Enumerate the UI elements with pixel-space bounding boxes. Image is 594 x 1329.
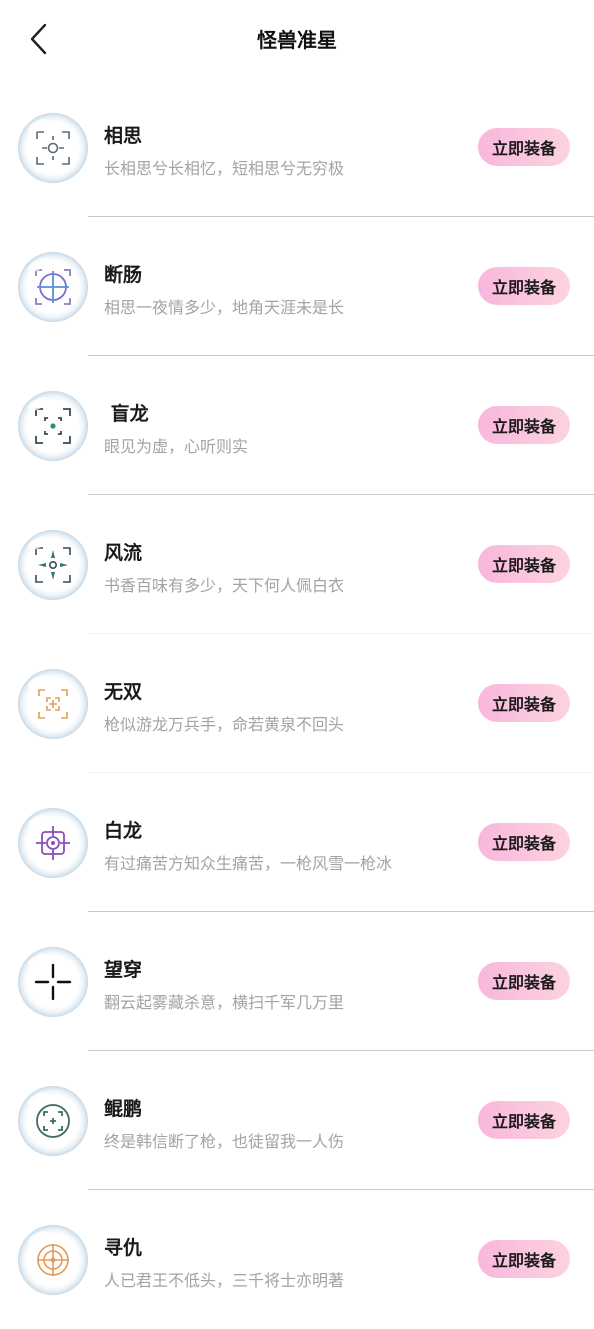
crosshair-description: 翻云起雾藏杀意，横扫千军几万里 <box>104 993 345 1012</box>
crosshair-preview <box>18 113 88 183</box>
equip-button[interactable]: 立即装备 <box>478 684 570 722</box>
crosshair-purple-square-icon <box>36 826 70 860</box>
crosshair-description: 终是韩信断了枪，也徒留我一人伤 <box>104 1132 345 1151</box>
list-item[interactable]: 白龙 有过痛苦方知众生痛苦，一枪风雪一枪冰 立即装备 <box>0 773 594 912</box>
header: 怪兽准星 <box>0 0 594 80</box>
list-item[interactable]: 望穿 翻云起雾藏杀意，横扫千军几万里 立即装备 <box>0 912 594 1051</box>
list-item[interactable]: 寻仇 人已君王不低头，三千将士亦明著 立即装备 <box>0 1190 594 1329</box>
crosshair-name: 望穿 <box>104 959 143 981</box>
crosshair-description: 枪似游龙万兵手，命若黄泉不回头 <box>104 715 345 734</box>
crosshair-description: 有过痛苦方知众生痛苦，一枪风雪一枪冰 <box>104 854 393 873</box>
crosshair-black-cross-icon <box>34 963 72 1001</box>
crosshair-name: 盲龙 <box>104 403 149 425</box>
list-item[interactable]: 无双 枪似游龙万兵手，命若黄泉不回头 立即装备 <box>0 634 594 773</box>
crosshair-circle-plus-icon <box>35 269 71 305</box>
crosshair-description: 长相思兮长相忆，短相思兮无穷极 <box>104 159 345 178</box>
crosshair-name: 无双 <box>104 681 143 703</box>
crosshair-preview <box>18 1225 88 1295</box>
crosshair-name: 相思 <box>104 125 143 147</box>
crosshair-name: 白龙 <box>104 820 143 842</box>
crosshair-corners-circle-icon <box>36 131 70 165</box>
crosshair-corners-dot-icon <box>35 408 71 444</box>
list-item[interactable]: 相思 长相思兮长相忆，短相思兮无穷极 立即装备 <box>0 78 594 217</box>
crosshair-list: 相思 长相思兮长相忆，短相思兮无穷极 立即装备 断肠 相思一夜情多少，地角天涯未… <box>0 78 594 1329</box>
list-item[interactable]: 断肠 相思一夜情多少，地角天涯未是长 立即装备 <box>0 217 594 356</box>
crosshair-description: 相思一夜情多少，地角天涯未是长 <box>104 298 345 317</box>
crosshair-description: 眼见为虚，心听则实 <box>104 437 249 456</box>
equip-button[interactable]: 立即装备 <box>478 267 570 305</box>
list-item[interactable]: 盲龙 眼见为虚，心听则实 立即装备 <box>0 356 594 495</box>
equip-button[interactable]: 立即装备 <box>478 1101 570 1139</box>
list-item[interactable]: 风流 书香百味有多少，天下何人佩白衣 立即装备 <box>0 495 594 634</box>
equip-button[interactable]: 立即装备 <box>478 128 570 166</box>
crosshair-description: 书香百味有多少，天下何人佩白衣 <box>104 576 345 595</box>
crosshair-preview <box>18 669 88 739</box>
page-title: 怪兽准星 <box>257 28 337 52</box>
crosshair-name: 风流 <box>104 542 143 564</box>
list-item[interactable]: 鲲鹏 终是韩信断了枪，也徒留我一人伤 立即装备 <box>0 1051 594 1190</box>
crosshair-green-ring-icon <box>36 1104 70 1138</box>
crosshair-preview <box>18 808 88 878</box>
equip-button[interactable]: 立即装备 <box>478 1240 570 1278</box>
crosshair-preview <box>18 252 88 322</box>
crosshair-name: 寻仇 <box>104 1237 143 1259</box>
crosshair-preview <box>18 391 88 461</box>
crosshair-orange-corners-icon <box>38 689 68 719</box>
crosshair-preview <box>18 1086 88 1156</box>
crosshair-name: 鲲鹏 <box>104 1098 143 1120</box>
crosshair-orange-rings-icon <box>37 1244 69 1276</box>
equip-button[interactable]: 立即装备 <box>478 545 570 583</box>
crosshair-blades-icon <box>35 547 71 583</box>
crosshair-preview <box>18 530 88 600</box>
equip-button[interactable]: 立即装备 <box>478 962 570 1000</box>
crosshair-description: 人已君王不低头，三千将士亦明著 <box>104 1271 345 1290</box>
equip-button[interactable]: 立即装备 <box>478 823 570 861</box>
crosshair-name: 断肠 <box>104 264 143 286</box>
crosshair-preview <box>18 947 88 1017</box>
equip-button[interactable]: 立即装备 <box>478 406 570 444</box>
